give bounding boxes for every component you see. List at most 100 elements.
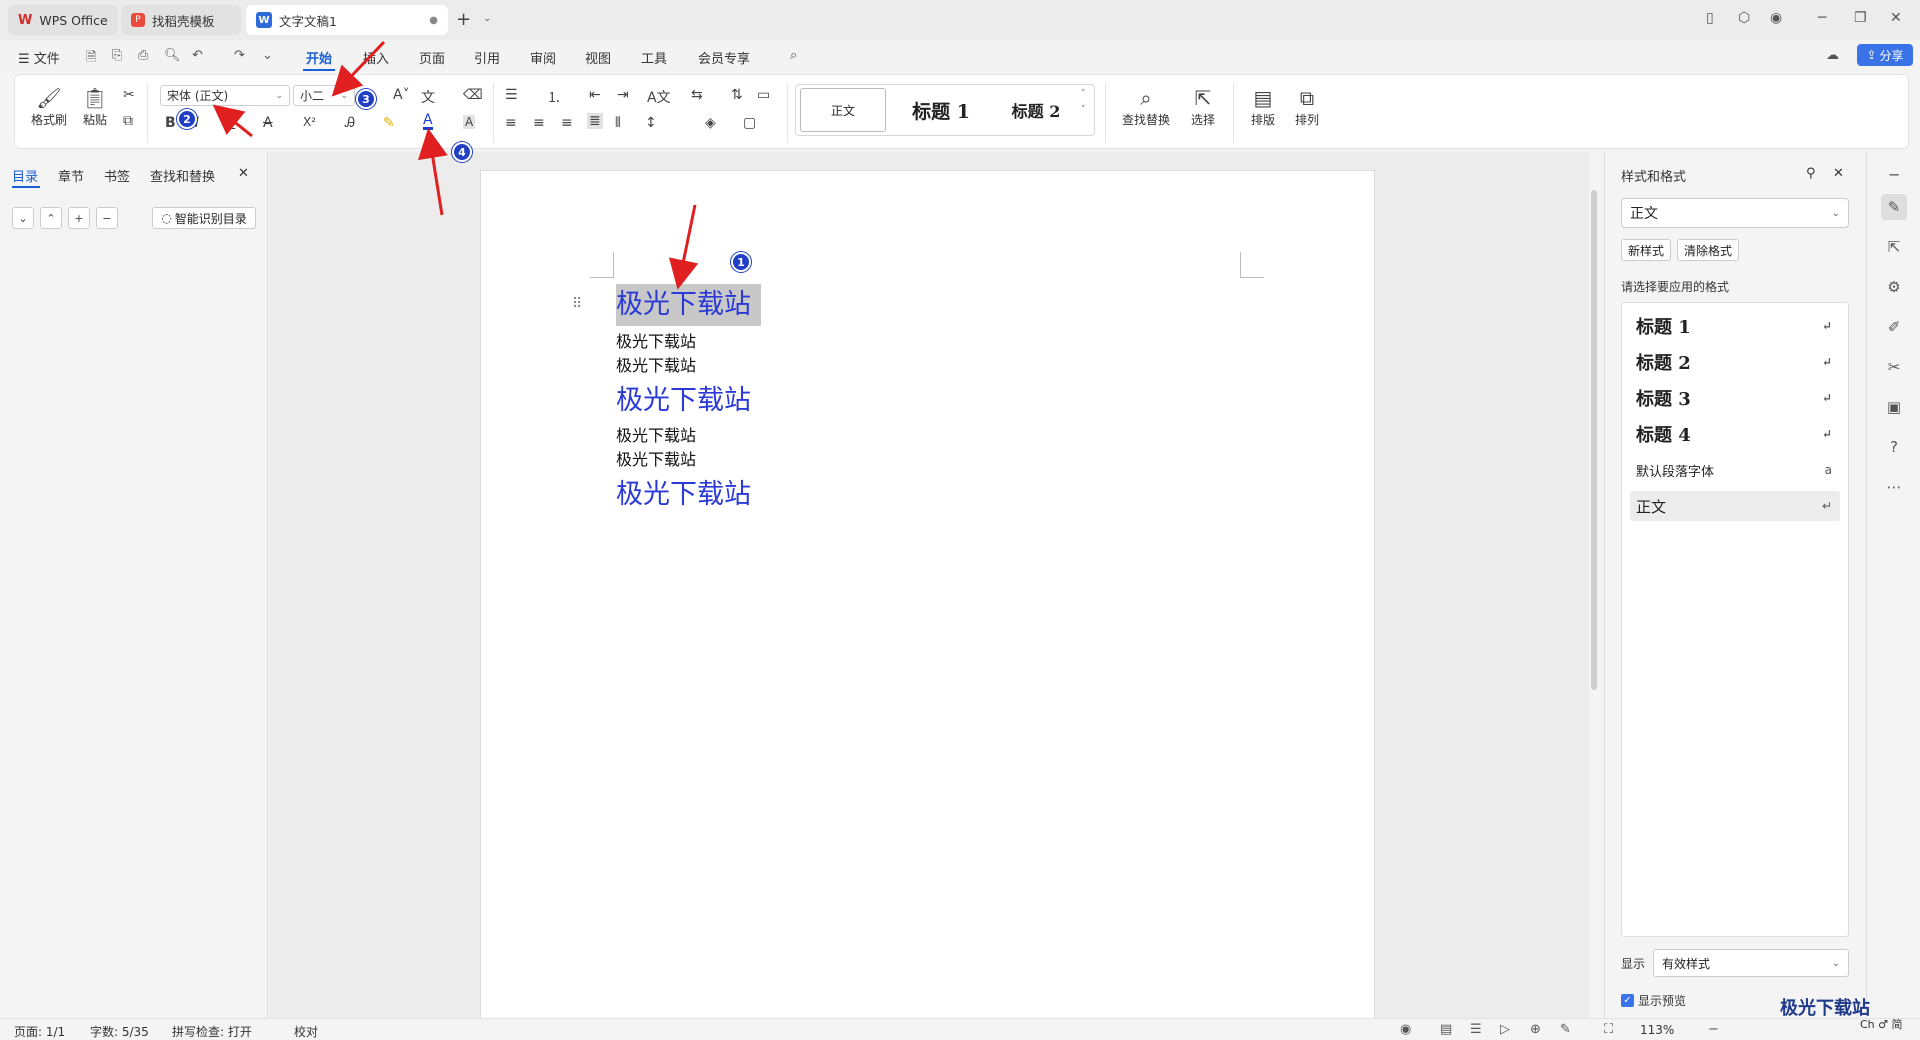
tab-wps-office[interactable]: W WPS Office	[8, 5, 118, 35]
close-panel-icon[interactable]: ✕	[238, 166, 249, 181]
select-icon[interactable]: ⇱	[1881, 234, 1907, 260]
book-icon[interactable]: ▣	[1881, 394, 1907, 420]
unsaved-dot-icon[interactable]: ●	[429, 15, 438, 26]
paste-button[interactable]: 📋︎ 粘贴	[75, 85, 115, 128]
document-page[interactable]	[480, 170, 1375, 1030]
bold-icon[interactable]: B	[165, 115, 176, 131]
menu-view[interactable]: 视图	[585, 48, 611, 67]
menu-review[interactable]: 审阅	[530, 48, 556, 67]
show-marks-icon[interactable]: ▭	[757, 87, 770, 103]
redo-icon[interactable]: ↷	[234, 48, 245, 63]
text-direction-icon[interactable]: ⇆	[691, 87, 703, 103]
style-item-default-font[interactable]: 默认段落字体 a	[1630, 455, 1840, 485]
line-spacing-icon[interactable]: ↕	[645, 115, 657, 131]
tab-chapter[interactable]: 章节	[58, 166, 84, 185]
undo-icon[interactable]: ↶	[192, 48, 203, 63]
new-style-button[interactable]: 新样式	[1621, 239, 1672, 261]
zoom-out-icon[interactable]: −	[1708, 1022, 1719, 1037]
font-color-icon[interactable]: A	[423, 113, 433, 130]
underline-icon[interactable]: U	[225, 115, 235, 131]
bullet-list-icon[interactable]: ☰	[505, 87, 518, 103]
collapse-icon[interactable]: ⌃	[40, 207, 62, 229]
copy-icon[interactable]: ⧉	[123, 113, 133, 129]
menu-member[interactable]: 会员专享	[698, 48, 750, 67]
layout-button[interactable]: ▤ 排版	[1243, 85, 1283, 128]
edit-icon[interactable]: ✐	[1881, 314, 1907, 340]
find-replace-button[interactable]: ⌕ 查找替换	[1115, 85, 1177, 128]
style-heading-2[interactable]: 标题 2	[991, 88, 1081, 132]
doc-paragraph[interactable]: 极光下载站	[616, 422, 696, 446]
zoom-level[interactable]: 113%	[1640, 1023, 1674, 1037]
play-icon[interactable]: ▷	[1500, 1022, 1510, 1037]
shading-icon[interactable]: ◈	[705, 115, 716, 131]
tab-template[interactable]: P 找稻壳模板	[121, 5, 241, 35]
menu-home[interactable]: 开始	[306, 48, 332, 67]
pin-icon[interactable]: ⚲	[1806, 166, 1816, 181]
settings-icon[interactable]: ⚙	[1881, 274, 1907, 300]
pen-icon[interactable]: ✎	[1560, 1022, 1571, 1037]
more-icon[interactable]: ⌄	[262, 48, 273, 63]
close-icon[interactable]: ✕	[1833, 166, 1844, 181]
tab-toc[interactable]: 目录	[12, 166, 38, 185]
align-right-icon[interactable]: ≡	[561, 115, 573, 131]
export-icon[interactable]: ⎘	[112, 48, 122, 63]
sort-icon[interactable]: ⇅	[731, 87, 743, 103]
more-icon[interactable]: ⋯	[1881, 474, 1907, 500]
doc-paragraph[interactable]: 极光下载站	[616, 328, 696, 352]
style-gallery-scroll[interactable]: ˄ ˅	[1081, 86, 1086, 118]
expand-icon[interactable]: ⌄	[12, 207, 34, 229]
cut-icon[interactable]: ✂	[123, 87, 135, 103]
cloud-icon[interactable]: ☁	[1826, 48, 1839, 63]
new-tab-icon[interactable]: +	[456, 9, 471, 30]
doc-heading[interactable]: 极光下载站	[616, 378, 751, 417]
numbered-list-icon[interactable]: ⒈	[547, 87, 561, 107]
file-menu[interactable]: ☰ 文件	[18, 48, 60, 67]
font-size-select[interactable]: 小二 ⌄	[293, 85, 355, 106]
tab-bookmark[interactable]: 书签	[104, 166, 130, 185]
distribute-icon[interactable]: ⫴	[615, 115, 621, 131]
format-painter-button[interactable]: 🖌︎ 格式刷	[29, 85, 69, 128]
styles-panel-title[interactable]: 样式和格式	[1621, 166, 1686, 185]
menu-reference[interactable]: 引用	[474, 48, 500, 67]
vertical-scrollbar[interactable]	[1586, 155, 1600, 1015]
outdent-icon[interactable]: ⇤	[589, 87, 601, 103]
smart-toc-button[interactable]: ◌ 智能识别目录	[152, 207, 256, 229]
search-icon[interactable]: ⌕	[790, 48, 797, 63]
chevron-down-icon[interactable]: ⌄	[483, 13, 491, 24]
print-icon[interactable]: ⎙	[138, 48, 148, 63]
scroll-thumb[interactable]	[1591, 190, 1597, 690]
style-pen-icon[interactable]: ✎	[1881, 194, 1907, 220]
page-view-icon[interactable]: ▤	[1440, 1022, 1452, 1037]
menu-insert[interactable]: 插入	[363, 48, 389, 67]
eye-icon[interactable]: ◉	[1400, 1022, 1411, 1037]
eraser-icon[interactable]: ⌫	[463, 87, 483, 103]
style-heading-1[interactable]: 标题 1	[896, 88, 986, 132]
preview-icon[interactable]: 🔍︎	[164, 48, 181, 63]
align-left-icon[interactable]: ≡	[505, 115, 517, 131]
superscript-icon[interactable]: X²	[303, 115, 316, 129]
web-view-icon[interactable]: ⊕	[1530, 1022, 1541, 1037]
indent-icon[interactable]: ⇥	[617, 87, 629, 103]
page-count[interactable]: 页面: 1/1	[14, 1023, 65, 1040]
help-icon[interactable]: ?	[1881, 434, 1907, 460]
tools-icon[interactable]: ✂	[1881, 354, 1907, 380]
char-shading-icon[interactable]: A	[463, 115, 476, 129]
layout-icon[interactable]: ▯	[1706, 10, 1714, 26]
style-item-normal[interactable]: 正文 ↵	[1630, 491, 1840, 521]
minimize-icon[interactable]: ─	[1818, 10, 1826, 26]
font-name-select[interactable]: 宋体 (正文) ⌄	[160, 85, 290, 106]
spell-check[interactable]: 拼写检查: 打开	[172, 1023, 252, 1040]
show-preview-checkbox[interactable]: ✓ 显示预览	[1621, 992, 1686, 1009]
minimize-panel-icon[interactable]: ─	[1881, 162, 1907, 188]
fit-icon[interactable]: ⛶	[1604, 1022, 1613, 1037]
add-icon[interactable]: +	[68, 207, 90, 229]
menu-page[interactable]: 页面	[419, 48, 445, 67]
doc-heading[interactable]: 极光下载站	[616, 472, 751, 511]
style-item-heading-4[interactable]: 标题 4 ↵	[1630, 419, 1840, 449]
phonetic-icon[interactable]: 文	[421, 87, 435, 107]
style-item-heading-1[interactable]: 标题 1 ↵	[1630, 311, 1840, 341]
proofread[interactable]: 校对	[294, 1023, 318, 1040]
tab-find-replace[interactable]: 查找和替换	[150, 166, 215, 185]
highlight-icon[interactable]: ✎	[383, 115, 395, 131]
strikethrough-icon[interactable]: A	[263, 115, 273, 131]
